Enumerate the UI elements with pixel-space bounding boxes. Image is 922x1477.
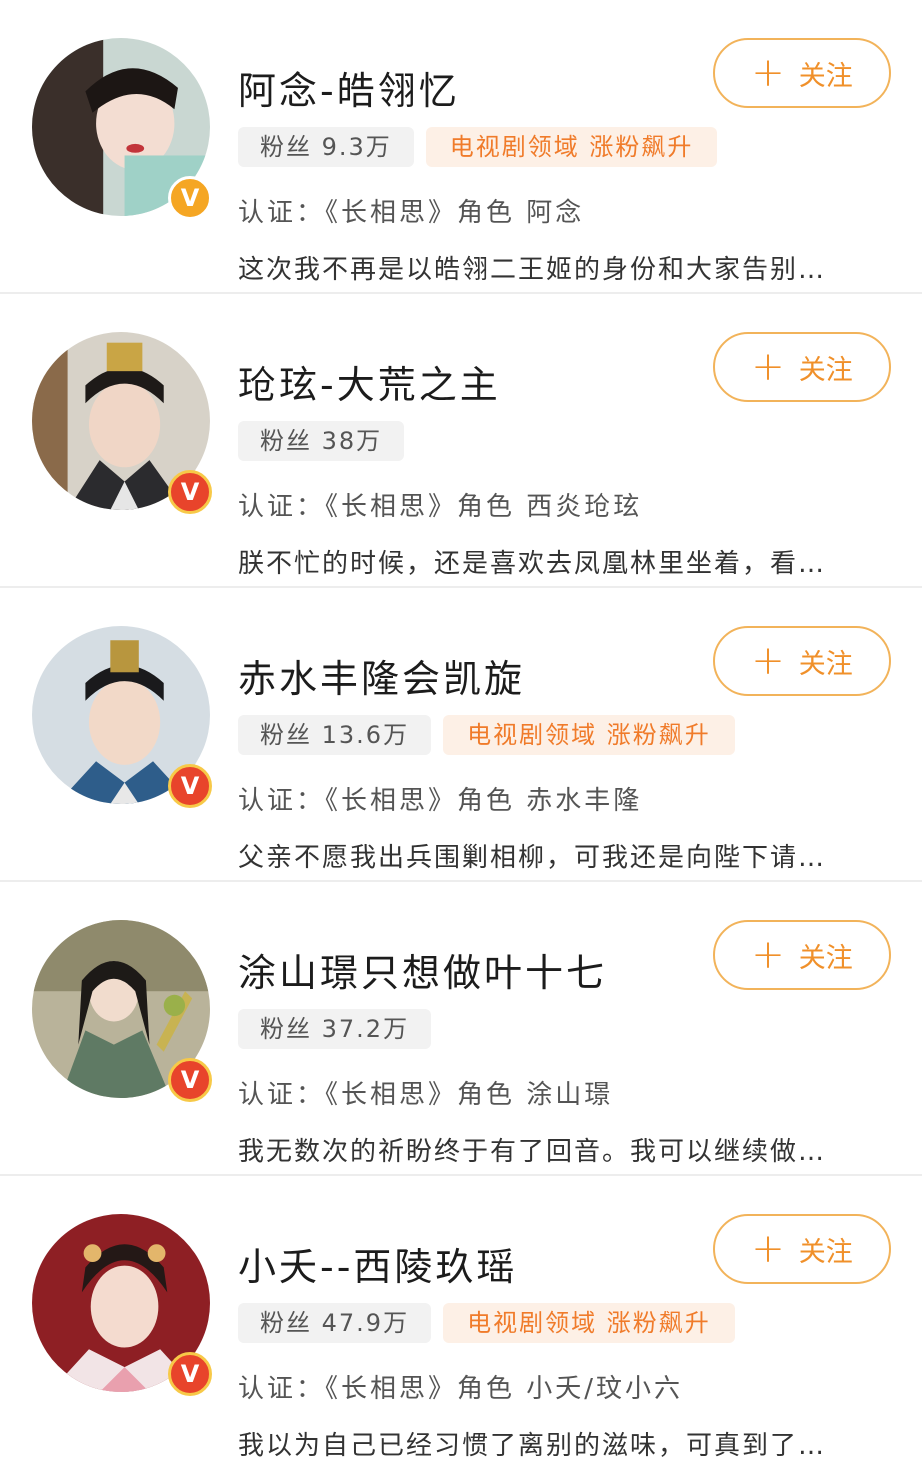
- account-name[interactable]: 阿念-皓翎忆: [238, 60, 460, 115]
- description-text: 我无数次的祈盼终于有了回音。我可以继续做…: [238, 1137, 827, 1167]
- rank-badge[interactable]: 电视剧领域 涨粉飙升: [443, 715, 735, 755]
- verified-badge-icon: V: [168, 1352, 212, 1396]
- rank-badge[interactable]: 电视剧领域 涨粉飙升: [443, 1303, 735, 1343]
- account-name[interactable]: 涂山璟只想做叶十七: [238, 942, 607, 997]
- verification-text: 认证：《长相思》角色 赤水丰隆: [238, 786, 643, 816]
- list-item[interactable]: V 涂山璟只想做叶十七 + 关注 粉丝 37.2万 认证：《长相思》角色 涂山璟…: [0, 882, 922, 1176]
- follow-button[interactable]: + 关注: [713, 626, 891, 696]
- follow-button[interactable]: + 关注: [713, 332, 891, 402]
- verified-badge-icon: V: [168, 176, 212, 220]
- account-name[interactable]: 小夭--西陵玖瑶: [238, 1236, 517, 1291]
- follow-button[interactable]: + 关注: [713, 1214, 891, 1284]
- verification-text: 认证：《长相思》角色 涂山璟: [238, 1080, 614, 1110]
- follow-label: 关注: [798, 648, 853, 680]
- follow-label: 关注: [798, 354, 853, 386]
- tag-row: 粉丝 37.2万: [238, 1009, 432, 1049]
- account-list: V 阿念-皓翎忆 + 关注 粉丝 9.3万 电视剧领域 涨粉飙升 认证：《长相思…: [0, 0, 922, 1470]
- tag-row: 粉丝 13.6万 电视剧领域 涨粉飙升: [238, 715, 735, 755]
- verified-badge-icon: V: [168, 1058, 212, 1102]
- fans-count: 粉丝 38万: [238, 421, 405, 461]
- tag-row: 粉丝 47.9万 电视剧领域 涨粉飙升: [238, 1303, 735, 1343]
- verification-text: 认证：《长相思》角色 小夭/玟小六: [238, 1374, 684, 1404]
- list-item[interactable]: V 赤水丰隆会凯旋 + 关注 粉丝 13.6万 电视剧领域 涨粉飙升 认证：《长…: [0, 588, 922, 882]
- list-item[interactable]: V 阿念-皓翎忆 + 关注 粉丝 9.3万 电视剧领域 涨粉飙升 认证：《长相思…: [0, 0, 922, 294]
- list-item[interactable]: V 玱玹-大荒之主 + 关注 粉丝 38万 认证：《长相思》角色 西炎玱玹 朕不…: [0, 294, 922, 588]
- list-item[interactable]: V 小夭--西陵玖瑶 + 关注 粉丝 47.9万 电视剧领域 涨粉飙升 认证：《…: [0, 1176, 922, 1470]
- description-text: 这次我不再是以皓翎二王姬的身份和大家告别…: [238, 255, 827, 285]
- rank-badge[interactable]: 电视剧领域 涨粉飙升: [425, 127, 718, 167]
- tag-row: 粉丝 38万: [238, 421, 405, 461]
- fans-count: 粉丝 37.2万: [238, 1009, 432, 1049]
- account-name[interactable]: 赤水丰隆会凯旋: [238, 648, 525, 703]
- follow-label: 关注: [798, 60, 853, 92]
- description-text: 我以为自己已经习惯了离别的滋味，可真到了…: [238, 1431, 827, 1461]
- verification-text: 认证：《长相思》角色 西炎玱玹: [238, 492, 643, 522]
- plus-icon: +: [751, 638, 785, 684]
- description-text: 父亲不愿我出兵围剿相柳，可我还是向陛下请…: [238, 843, 827, 873]
- tag-row: 粉丝 9.3万 电视剧领域 涨粉飙升: [238, 127, 718, 167]
- account-name[interactable]: 玱玹-大荒之主: [238, 354, 501, 409]
- description-text: 朕不忙的时候，还是喜欢去凤凰林里坐着，看…: [238, 549, 827, 579]
- follow-button[interactable]: + 关注: [713, 920, 891, 990]
- verification-text: 认证：《长相思》角色 阿念: [238, 198, 585, 228]
- plus-icon: +: [751, 932, 785, 978]
- follow-label: 关注: [798, 1236, 853, 1268]
- verified-badge-icon: V: [168, 764, 212, 808]
- follow-label: 关注: [798, 942, 853, 974]
- follow-button[interactable]: + 关注: [713, 38, 891, 108]
- verified-badge-icon: V: [168, 470, 212, 514]
- plus-icon: +: [751, 1226, 785, 1272]
- plus-icon: +: [751, 50, 785, 96]
- fans-count: 粉丝 9.3万: [238, 127, 414, 167]
- fans-count: 粉丝 13.6万: [238, 715, 432, 755]
- plus-icon: +: [751, 344, 785, 390]
- fans-count: 粉丝 47.9万: [238, 1303, 432, 1343]
